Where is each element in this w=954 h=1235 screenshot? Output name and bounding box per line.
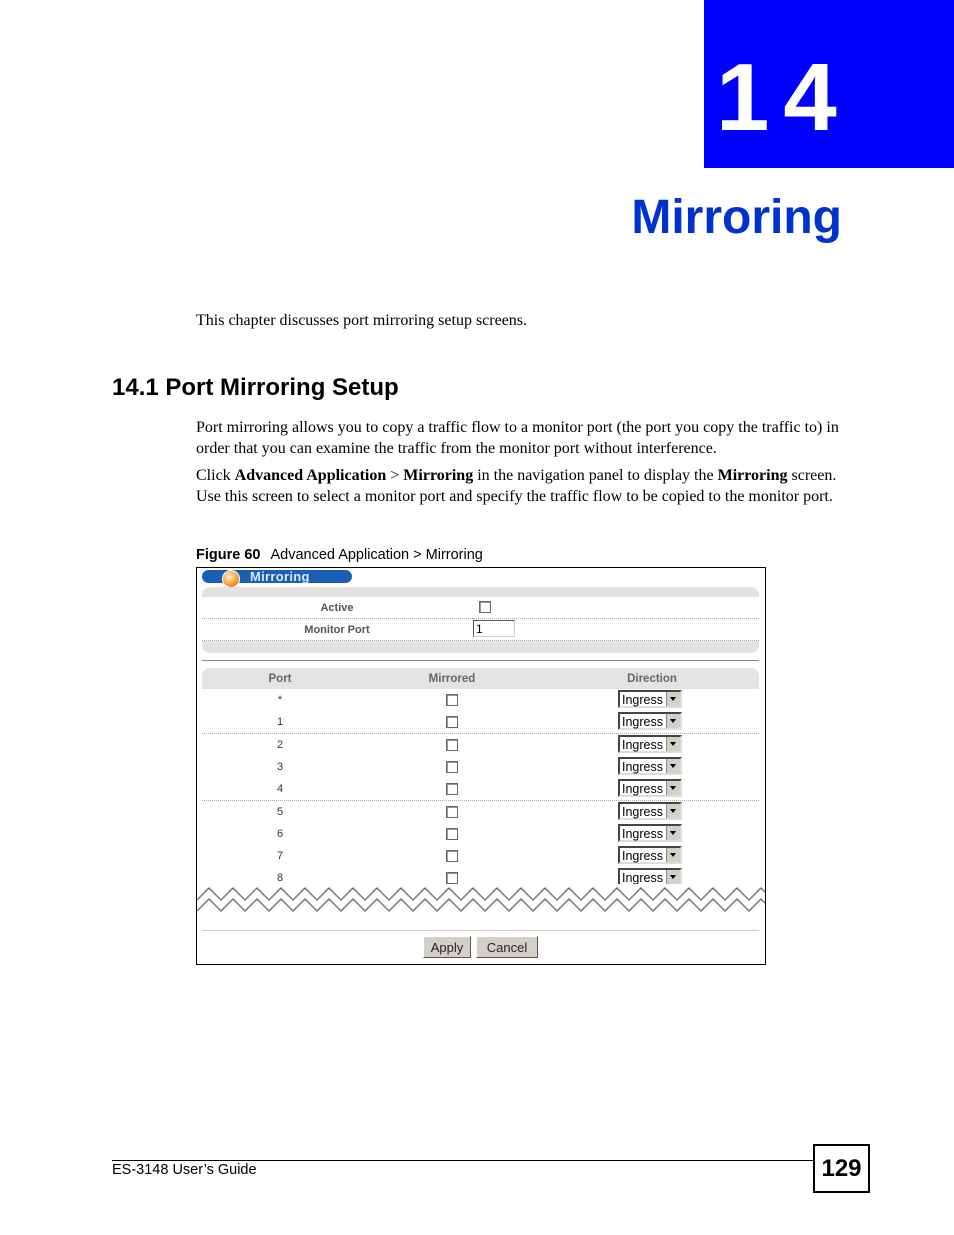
monitor-port-input[interactable]: 1 xyxy=(473,620,515,637)
mirrored-checkbox[interactable] xyxy=(446,716,458,729)
direction-select[interactable]: Ingress xyxy=(618,690,682,708)
paragraph-port-mirroring: Port mirroring allows you to copy a traf… xyxy=(196,419,839,457)
cancel-button[interactable]: Cancel xyxy=(476,936,538,958)
text: Click xyxy=(196,467,235,484)
direction-select[interactable]: Ingress xyxy=(618,756,682,775)
chevron-down-icon[interactable] xyxy=(666,692,680,706)
paragraph-navigation: Click Advanced Application > Mirroring i… xyxy=(196,466,846,507)
table-row: 4 Ingress xyxy=(202,778,759,802)
direction-value: Ingress xyxy=(622,737,663,752)
orb-icon xyxy=(222,570,240,588)
col-port: Port xyxy=(268,673,292,685)
direction-value: Ingress xyxy=(622,804,663,819)
figure-caption-text: Advanced Application > Mirroring xyxy=(270,547,483,563)
mirrored-checkbox[interactable] xyxy=(446,827,458,840)
screen-title-bar: Mirroring xyxy=(202,569,352,588)
table-break-zigzag xyxy=(197,884,765,924)
text: > xyxy=(386,467,404,484)
chevron-down-icon[interactable] xyxy=(666,825,680,840)
table-row: 5 Ingress xyxy=(202,800,759,824)
mirrored-checkbox[interactable] xyxy=(446,850,458,863)
chevron-down-icon[interactable] xyxy=(666,870,680,885)
table-header: Port Mirrored Direction xyxy=(202,668,759,689)
port-cell: 2 xyxy=(276,738,284,751)
mirrored-checkbox[interactable] xyxy=(446,694,458,706)
text: in the navigation panel to display the xyxy=(473,467,718,484)
col-direction: Direction xyxy=(627,673,677,685)
active-row: Active xyxy=(202,597,759,619)
direction-value: Ingress xyxy=(622,849,663,864)
col-mirrored: Mirrored xyxy=(428,673,476,685)
table-row: 6 Ingress xyxy=(202,822,759,846)
monitor-port-row: Monitor Port 1 xyxy=(202,619,759,641)
direction-value: Ingress xyxy=(622,782,663,797)
chevron-down-icon[interactable] xyxy=(666,803,680,818)
table-row: 3 Ingress xyxy=(202,755,759,779)
mirrored-checkbox[interactable] xyxy=(446,872,458,885)
direction-select[interactable]: Ingress xyxy=(618,823,682,842)
monitor-port-label: Monitor Port xyxy=(304,624,370,636)
port-cell: 1 xyxy=(276,716,284,729)
footer-guide-title: ES-3148 User’s Guide xyxy=(112,1162,257,1178)
figure-label: Figure 60 xyxy=(196,547,261,563)
port-cell: 4 xyxy=(276,783,284,796)
ports-table: Port Mirrored Direction * Ingress 1 Ingress… xyxy=(202,668,759,920)
direction-select[interactable]: Ingress xyxy=(618,846,682,865)
bold-term: Mirroring xyxy=(403,467,474,484)
section-title: 14.1 Port Mirroring Setup xyxy=(112,374,399,401)
port-cell: * xyxy=(277,694,283,706)
intro-text: This chapter discusses port mirroring se… xyxy=(196,312,528,329)
chapter-title: Mirroring xyxy=(631,191,842,244)
direction-value: Ingress xyxy=(622,759,663,774)
port-cell: 8 xyxy=(276,872,284,885)
chevron-down-icon[interactable] xyxy=(666,714,680,729)
direction-select[interactable]: Ingress xyxy=(618,712,682,731)
direction-select[interactable]: Ingress xyxy=(618,801,682,820)
direction-value: Ingress xyxy=(622,693,663,707)
port-cell: 7 xyxy=(276,850,284,863)
table-row: * Ingress xyxy=(202,689,759,712)
port-cell: 5 xyxy=(276,805,284,818)
button-divider xyxy=(202,930,759,931)
apply-button[interactable]: Apply xyxy=(423,936,471,958)
divider xyxy=(202,660,759,661)
mirrored-checkbox[interactable] xyxy=(446,783,458,796)
port-cell: 3 xyxy=(276,760,284,773)
table-row: 7 Ingress xyxy=(202,845,759,869)
direction-select[interactable]: Ingress xyxy=(618,779,682,798)
screen-title: Mirroring xyxy=(250,569,310,584)
port-cell: 6 xyxy=(276,827,284,840)
bold-term: Advanced Application xyxy=(234,467,387,484)
bold-term: Mirroring xyxy=(717,467,788,484)
mirrored-checkbox[interactable] xyxy=(446,760,458,773)
figure-caption: Figure 60 Advanced Application > Mirrorin… xyxy=(196,547,483,563)
chapter-number: 14 xyxy=(716,44,851,151)
table-row: 2 Ingress xyxy=(202,733,759,757)
direction-select[interactable]: Ingress xyxy=(618,734,682,753)
footer-rule xyxy=(112,1160,814,1161)
direction-value: Ingress xyxy=(622,715,663,730)
active-checkbox[interactable] xyxy=(479,601,491,613)
direction-value: Ingress xyxy=(622,826,663,841)
settings-panel: Active Monitor Port 1 xyxy=(202,587,759,653)
mirroring-screen: Mirroring Active Monitor Port 1 Port Mir… xyxy=(196,567,766,965)
chevron-down-icon[interactable] xyxy=(666,736,680,751)
table-row: 1 Ingress xyxy=(202,711,759,735)
mirrored-checkbox[interactable] xyxy=(446,738,458,751)
chevron-down-icon[interactable] xyxy=(666,758,680,773)
active-label: Active xyxy=(320,602,354,614)
chevron-down-icon[interactable] xyxy=(666,781,680,796)
chevron-down-icon[interactable] xyxy=(666,848,680,863)
page-number: 129 xyxy=(813,1144,870,1193)
mirrored-checkbox[interactable] xyxy=(446,805,458,818)
